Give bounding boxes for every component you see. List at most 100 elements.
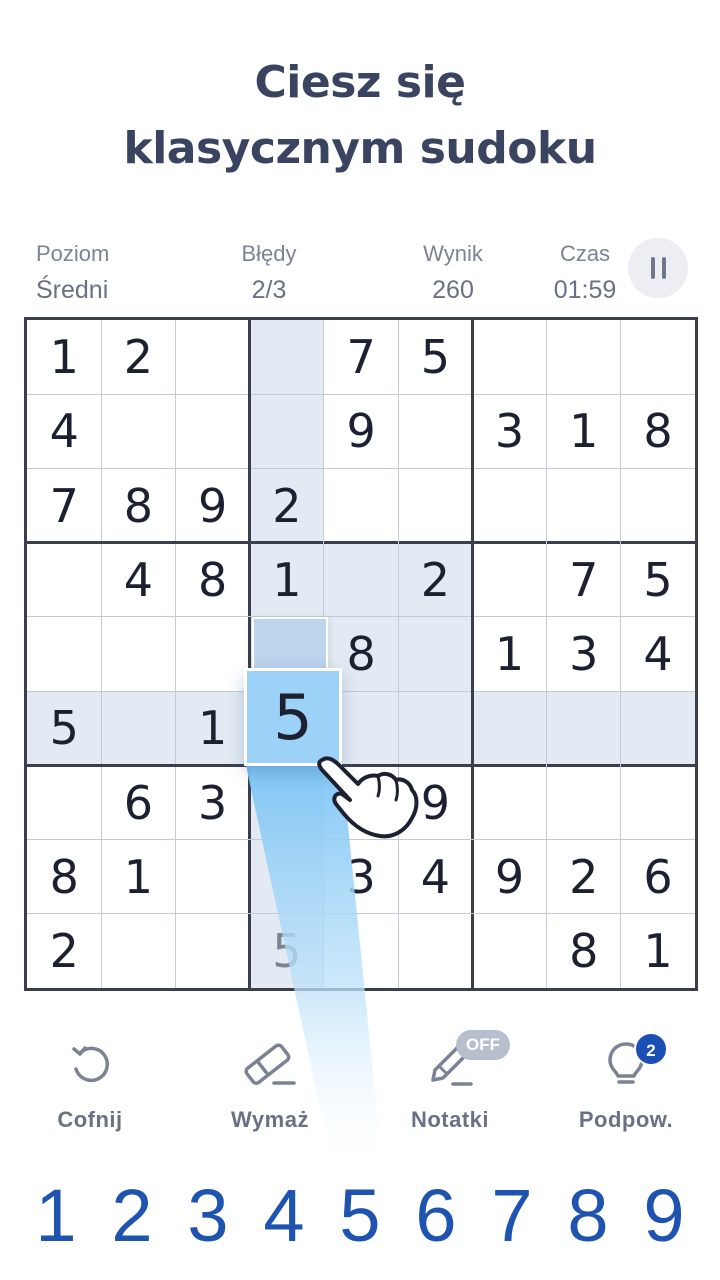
- board-cell-r3c2[interactable]: 8: [101, 468, 175, 542]
- board-cell-r2c6[interactable]: [398, 394, 472, 468]
- board-cell-r1c7[interactable]: [472, 320, 546, 394]
- board-cell-r1c6[interactable]: 5: [398, 320, 472, 394]
- board-cell-r8c6[interactable]: 4: [398, 840, 472, 914]
- board-cell-r5c9[interactable]: 4: [621, 617, 695, 691]
- number-key-8[interactable]: 8: [552, 1172, 624, 1260]
- board-cell-r7c1[interactable]: [27, 765, 101, 839]
- pause-button[interactable]: [628, 238, 688, 298]
- board-cell-r8c4[interactable]: [249, 839, 325, 914]
- board-cell-r6c3[interactable]: 1: [175, 691, 250, 766]
- board-cell-r3c8[interactable]: [547, 468, 621, 542]
- board-cell-r9c8[interactable]: 8: [547, 914, 621, 988]
- board-cell-r5c6[interactable]: [398, 616, 473, 692]
- stat-score-label: Wynik: [423, 241, 483, 266]
- board-cell-r3c6[interactable]: [398, 468, 472, 542]
- board-cell-r6c1[interactable]: 5: [27, 691, 102, 766]
- board-cell-r4c1[interactable]: [27, 543, 101, 617]
- board-cell-r7c8[interactable]: [547, 765, 621, 839]
- board-cell-r1c5[interactable]: 7: [324, 320, 398, 394]
- notes-label: Notatki: [410, 1107, 490, 1132]
- grid-line-vertical: [546, 320, 548, 988]
- board-cell-r8c2[interactable]: 1: [101, 840, 175, 914]
- board-cell-r6c7[interactable]: [472, 691, 547, 766]
- board-cell-r9c3[interactable]: [175, 914, 249, 988]
- board-cell-r8c5[interactable]: 3: [324, 840, 398, 914]
- board-cell-r2c1[interactable]: 4: [27, 394, 101, 468]
- board-cell-r3c7[interactable]: [472, 468, 546, 542]
- undo-button[interactable]: Cofnij: [20, 1030, 160, 1140]
- board-cell-r8c7[interactable]: 9: [472, 840, 546, 914]
- stat-level-value: Średni: [36, 276, 109, 304]
- board-cell-r9c6[interactable]: [398, 914, 472, 988]
- board-cell-r2c9[interactable]: 8: [621, 394, 695, 468]
- board-cell-r9c2[interactable]: [101, 914, 175, 988]
- board-cell-r3c9[interactable]: [621, 468, 695, 542]
- number-key-5[interactable]: 5: [324, 1172, 396, 1260]
- board-cell-r8c3[interactable]: [175, 840, 249, 914]
- board-cell-r6c8[interactable]: [546, 691, 621, 766]
- board-cell-r4c5[interactable]: [323, 542, 399, 618]
- board-cell-r2c7[interactable]: 3: [472, 394, 546, 468]
- board-cell-r4c3[interactable]: 8: [175, 543, 249, 617]
- board-cell-r7c4[interactable]: [249, 765, 325, 840]
- board-cell-r1c8[interactable]: [547, 320, 621, 394]
- board-cell-r4c2[interactable]: 4: [101, 543, 175, 617]
- board-cell-r5c8[interactable]: 3: [547, 617, 621, 691]
- stat-mistakes-label: Błędy: [241, 241, 297, 266]
- notes-button[interactable]: OFF Notatki: [380, 1030, 520, 1140]
- board-cell-r9c1[interactable]: 2: [27, 914, 101, 988]
- number-key-9[interactable]: 9: [628, 1172, 700, 1260]
- board-cell-r5c2[interactable]: [101, 617, 175, 691]
- board-cell-r7c9[interactable]: [621, 765, 695, 839]
- number-key-4[interactable]: 4: [248, 1172, 320, 1260]
- number-key-7[interactable]: 7: [476, 1172, 548, 1260]
- hint-button[interactable]: 2 Podpow.: [556, 1030, 696, 1140]
- number-key-3[interactable]: 3: [172, 1172, 244, 1260]
- board-cell-r2c4[interactable]: [249, 394, 325, 469]
- board-cell-r8c1[interactable]: 8: [27, 840, 101, 914]
- board-cell-r9c4[interactable]: 5: [249, 913, 325, 989]
- board-cell-r1c2[interactable]: 2: [101, 320, 175, 394]
- board-cell-r2c3[interactable]: [175, 394, 249, 468]
- board-cell-r5c7[interactable]: 1: [472, 617, 546, 691]
- board-cell-r3c4[interactable]: 2: [249, 468, 325, 543]
- grid-line-vertical: [100, 320, 102, 988]
- board-cell-r8c9[interactable]: 6: [621, 840, 695, 914]
- number-key-6[interactable]: 6: [400, 1172, 472, 1260]
- headline-line-1: Ciesz się: [254, 57, 466, 108]
- grid-line-horizontal: [27, 913, 695, 915]
- erase-button[interactable]: Wymaż: [200, 1030, 340, 1140]
- board-cell-r4c6[interactable]: 2: [398, 542, 473, 618]
- board-cell-r6c2[interactable]: [101, 691, 176, 766]
- grid-line-vertical: [174, 320, 176, 988]
- board-cell-r4c7[interactable]: [472, 543, 546, 617]
- board-cell-r7c7[interactable]: [472, 765, 546, 839]
- selected-column-cell[interactable]: [252, 617, 328, 675]
- board-cell-r7c2[interactable]: 6: [101, 765, 175, 839]
- board-cell-r9c5[interactable]: [324, 914, 398, 988]
- board-cell-r9c7[interactable]: [472, 914, 546, 988]
- number-key-1[interactable]: 1: [20, 1172, 92, 1260]
- board-cell-r3c3[interactable]: 9: [175, 468, 249, 542]
- board-cell-r2c2[interactable]: [101, 394, 175, 468]
- board-cell-r3c5[interactable]: [324, 468, 398, 542]
- promo-headline: Ciesz się klasycznym sudoku: [0, 50, 720, 182]
- board-cell-r2c5[interactable]: 9: [324, 394, 398, 468]
- board-cell-r1c1[interactable]: 1: [27, 320, 101, 394]
- board-cell-r5c1[interactable]: [27, 617, 101, 691]
- board-cell-r1c3[interactable]: [175, 320, 249, 394]
- board-cell-r1c4[interactable]: [249, 320, 325, 395]
- board-cell-r3c1[interactable]: 7: [27, 468, 101, 542]
- board-cell-r7c3[interactable]: 3: [175, 765, 249, 839]
- board-cell-r2c8[interactable]: 1: [547, 394, 621, 468]
- board-cell-r9c9[interactable]: 1: [621, 914, 695, 988]
- board-cell-r4c4[interactable]: 1: [249, 542, 325, 618]
- board-cell-r4c9[interactable]: 5: [621, 543, 695, 617]
- board-cell-r4c8[interactable]: 7: [547, 543, 621, 617]
- number-key-2[interactable]: 2: [96, 1172, 168, 1260]
- board-cell-r6c9[interactable]: [620, 691, 696, 766]
- board-cell-r1c9[interactable]: [621, 320, 695, 394]
- board-cell-r5c3[interactable]: [175, 617, 249, 691]
- board-cell-r8c8[interactable]: 2: [547, 840, 621, 914]
- grid-line-vertical: [397, 320, 399, 988]
